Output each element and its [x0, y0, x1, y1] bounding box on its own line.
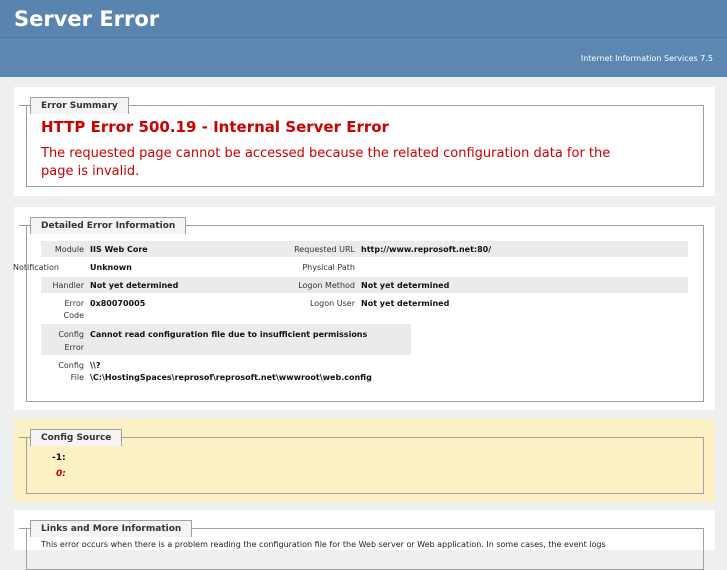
- config-file-label-1: Config: [58, 361, 84, 370]
- logon-user-label: Logon User: [309, 299, 355, 308]
- links-panel: Links and More Information This error oc…: [14, 510, 715, 570]
- error-summary-legend: Error Summary: [19, 97, 129, 114]
- page-title: Server Error: [0, 0, 727, 38]
- logon-method-value: Not yet determined: [361, 281, 450, 290]
- error-code-label-2: Code: [63, 311, 84, 320]
- config-file-label-2: File: [70, 373, 84, 382]
- physical-path-label: Physical Path: [302, 263, 355, 272]
- config-file-value-2: \C:\HostingSpaces\reprosof\reprosoft.net…: [90, 373, 372, 382]
- detailed-error-panel: Detailed Error Information Module Notifi…: [13, 207, 715, 410]
- notification-value: Unknown: [90, 263, 132, 272]
- page-header: Server Error Internet Information Servic…: [0, 0, 727, 77]
- error-heading: HTTP Error 500.19 - Internal Server Erro…: [41, 118, 389, 136]
- config-error-label-1: Config: [58, 330, 84, 339]
- error-code-label-1: Error: [64, 299, 85, 308]
- detailed-error-legend: Detailed Error Information: [18, 217, 187, 234]
- config-source-panel: Config Source -1: 0:: [14, 419, 715, 502]
- config-source-legend: Config Source: [18, 429, 123, 446]
- error-code-value: 0x80070005: [90, 299, 146, 308]
- module-label: Module: [54, 245, 84, 254]
- requested-url-label: Requested URL: [294, 245, 355, 254]
- error-message-line-2: page is invalid.: [41, 164, 140, 179]
- module-value: IIS Web Core: [90, 245, 148, 254]
- config-error-label-2: Error: [64, 343, 85, 352]
- logon-method-label: Logon Method: [298, 281, 355, 290]
- notification-label: Notification: [13, 263, 59, 272]
- config-source-line-2: 0:: [56, 469, 66, 479]
- config-error-value: Cannot read configuration file due to in…: [90, 330, 368, 339]
- handler-label: Handler: [52, 281, 85, 290]
- logon-user-value: Not yet determined: [361, 299, 450, 308]
- error-message-line-1: The requested page cannot be accessed be…: [41, 146, 611, 161]
- server-version-label: Internet Information Services 7.5: [580, 54, 713, 63]
- links-legend: Links and More Information: [18, 520, 193, 537]
- requested-url-value: http://www.reprosoft.net:80/: [361, 245, 492, 254]
- config-source-fieldset: [26, 437, 704, 494]
- config-source-line-1: -1:: [52, 453, 66, 463]
- handler-value: Not yet determined: [90, 281, 179, 290]
- config-file-value-1: \\?: [90, 361, 101, 370]
- error-summary-panel: Error Summary HTTP Error 500.19 - Intern…: [14, 87, 715, 196]
- detail-row-bg-5: [41, 324, 411, 355]
